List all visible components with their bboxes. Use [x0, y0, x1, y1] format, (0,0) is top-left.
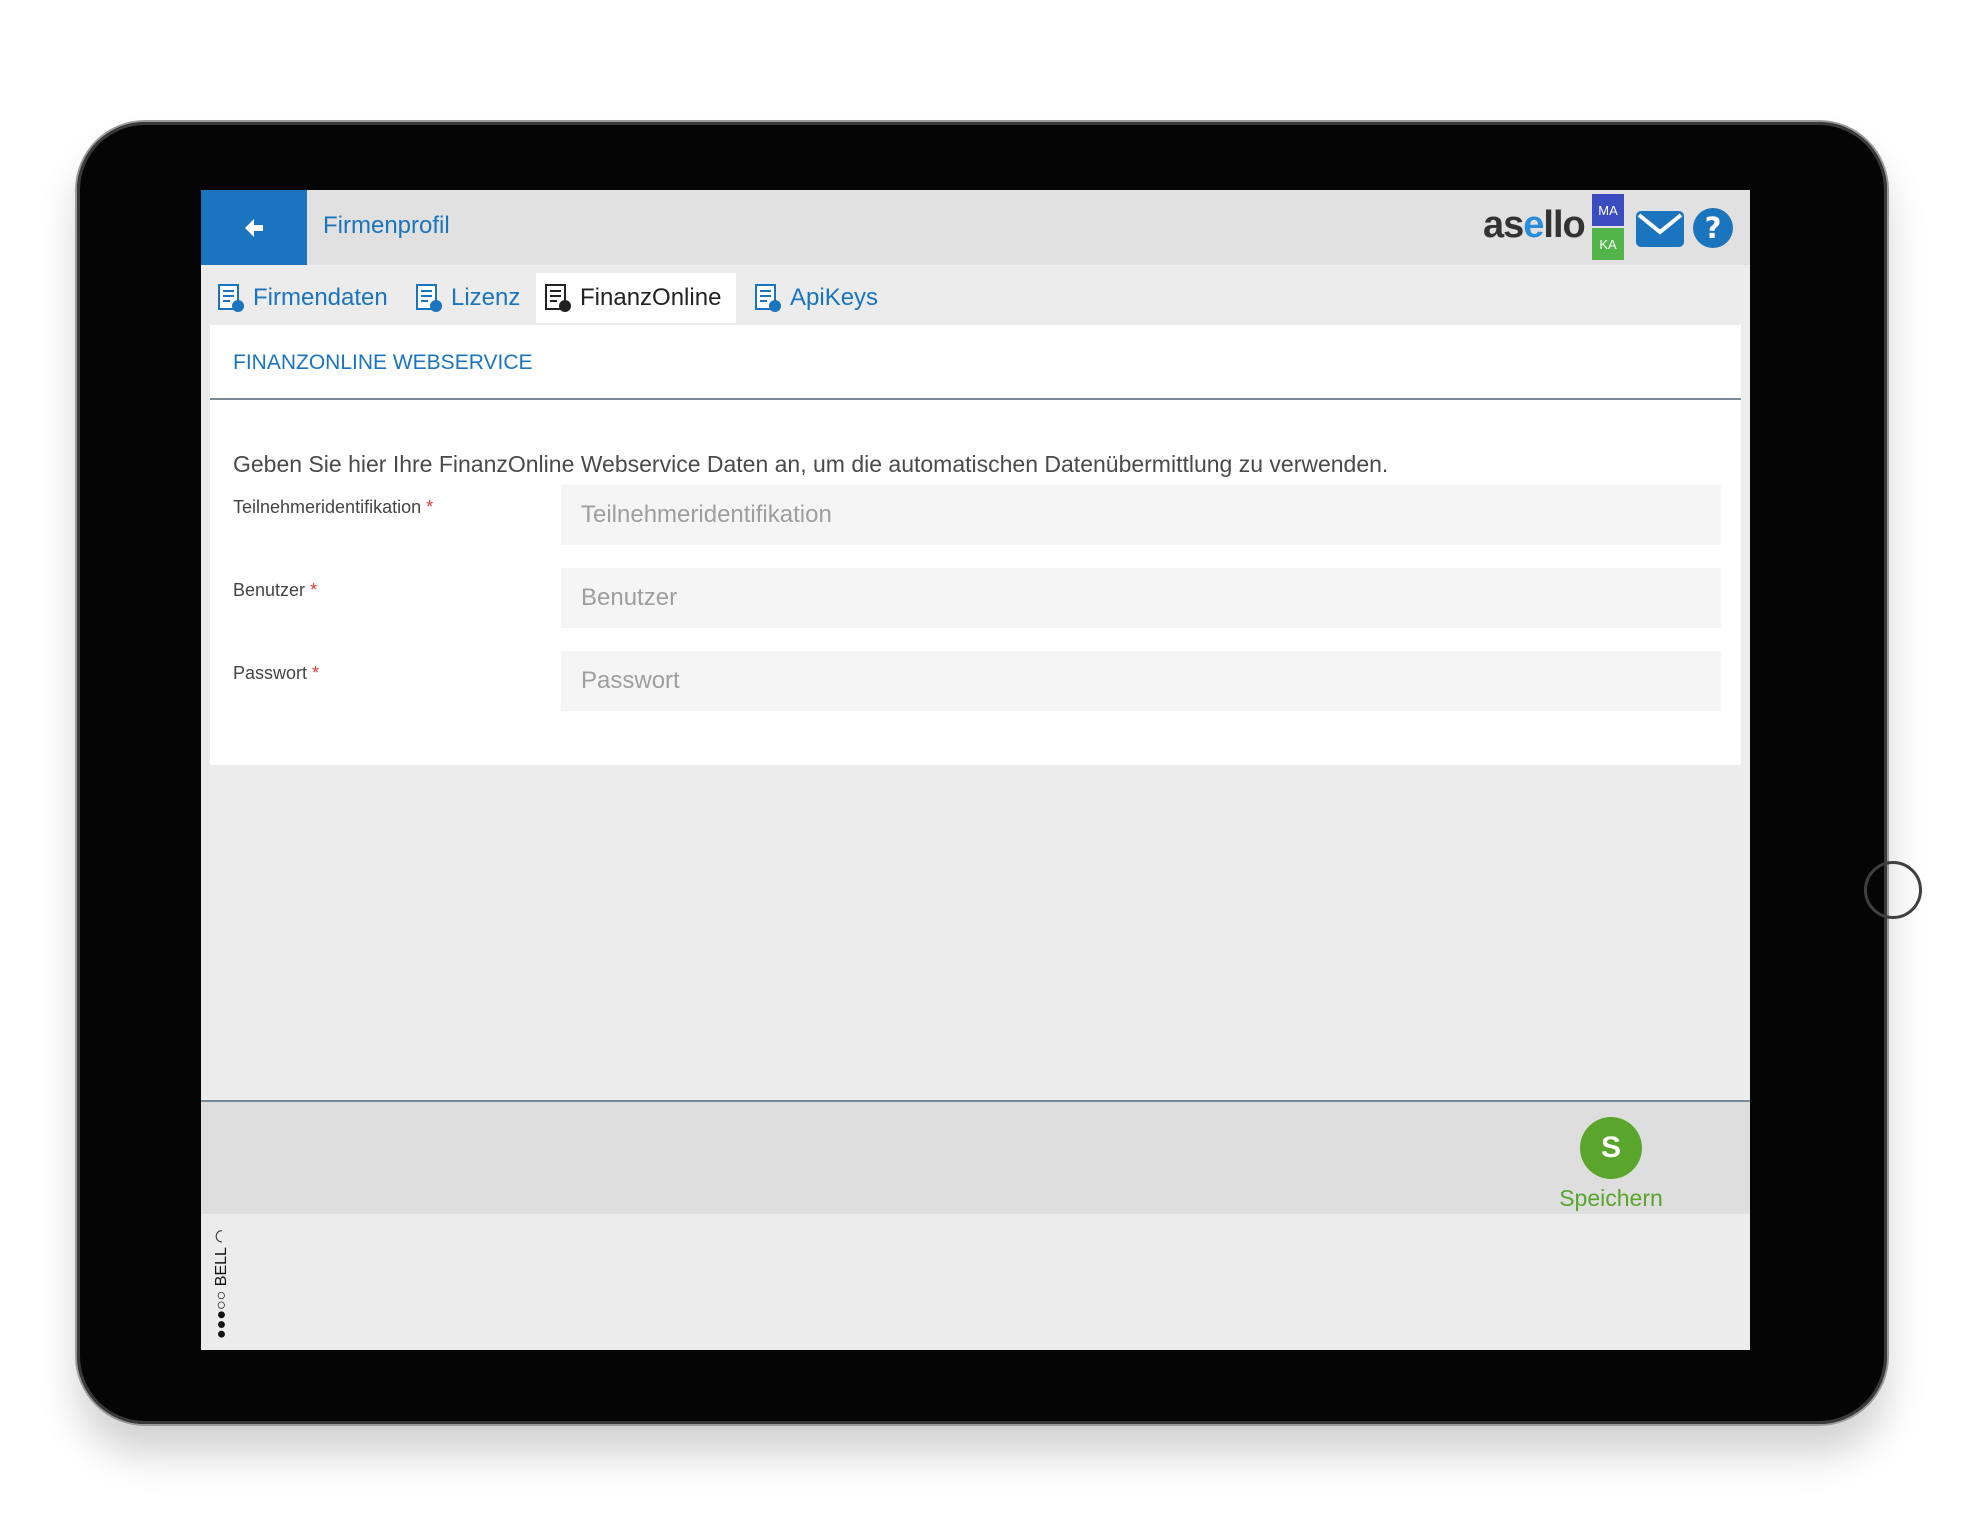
- label-passwort: Passwort *: [233, 663, 320, 683]
- panel-header: FINANZONLINE WEBSERVICE: [210, 325, 1741, 400]
- passwort-input[interactable]: [561, 651, 1721, 711]
- intro-text: Geben Sie hier Ihre FinanzOnline Webserv…: [233, 451, 1389, 477]
- device-status-bar: ●●●○○ BELL ◠: [211, 1214, 241, 1339]
- document-euro-icon: [755, 284, 781, 312]
- section-title: FINANZONLINE WEBSERVICE: [233, 351, 533, 374]
- signal-strength: ●●●○○: [213, 1290, 230, 1339]
- wifi-icon: ◠: [213, 1229, 230, 1244]
- arrow-left-icon: [245, 218, 263, 237]
- benutzer-input[interactable]: [561, 568, 1721, 628]
- required-marker: *: [312, 663, 320, 683]
- document-euro-icon: [218, 284, 244, 312]
- page-title: Firmenprofil: [323, 212, 450, 239]
- tab-finanzonline[interactable]: FinanzOnline: [536, 273, 736, 323]
- save-label: Speichern: [1559, 1185, 1663, 1211]
- save-icon: S: [1580, 1117, 1642, 1179]
- home-button[interactable]: [1864, 861, 1922, 919]
- back-button[interactable]: [201, 190, 307, 265]
- tab-bar: Firmendaten Lizenz FinanzOnline ApiKeys: [201, 265, 1750, 325]
- tab-apikeys[interactable]: ApiKeys: [746, 273, 886, 323]
- document-euro-icon: [416, 284, 442, 312]
- carrier-name: BELL: [213, 1247, 230, 1287]
- label-benutzer: Benutzer *: [233, 580, 318, 600]
- tab-lizenz[interactable]: Lizenz: [407, 273, 528, 323]
- help-icon[interactable]: ?: [1692, 207, 1734, 249]
- svg-text:?: ?: [1705, 211, 1722, 245]
- app-header: Firmenprofil asello MA KA ?: [201, 190, 1750, 265]
- mail-icon[interactable]: [1635, 210, 1685, 248]
- teilnehmeridentifikation-input[interactable]: [561, 485, 1721, 545]
- save-button[interactable]: S Speichern: [1556, 1117, 1666, 1212]
- required-marker: *: [310, 580, 318, 600]
- footer-action-bar: S Speichern: [201, 1100, 1750, 1214]
- user-badge-ka[interactable]: KA: [1592, 228, 1624, 260]
- label-teilnehmeridentifikation: Teilnehmeridentifikation *: [233, 497, 434, 517]
- asello-logo: asello: [1483, 204, 1586, 246]
- user-badge-ma[interactable]: MA: [1592, 194, 1624, 226]
- app-screen: Firmenprofil asello MA KA ? Firmendaten: [201, 190, 1750, 1350]
- finanzonline-panel: FINANZONLINE WEBSERVICE Geben Sie hier I…: [210, 325, 1741, 765]
- required-marker: *: [426, 497, 434, 517]
- tab-firmendaten[interactable]: Firmendaten: [209, 273, 396, 323]
- document-euro-icon: [545, 284, 571, 312]
